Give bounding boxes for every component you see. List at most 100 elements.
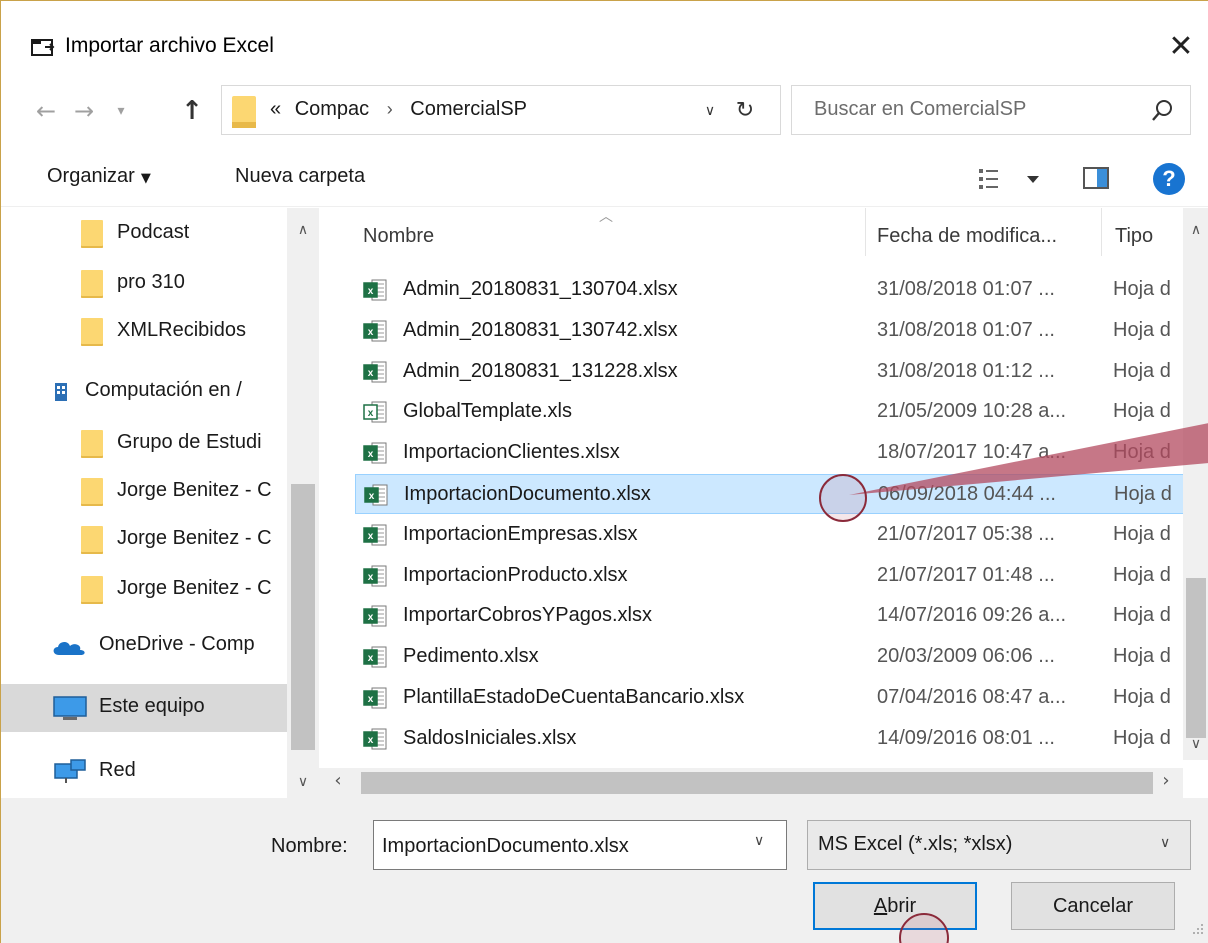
command-toolbar: Organizar ▼ Nueva carpeta ? [1,151,1208,207]
nav-item-label: Grupo de Estudi [117,431,262,453]
file-date: 21/07/2017 05:38 ... [877,522,1055,545]
folder-icon [81,318,103,346]
file-list-pane: ︿ Nombre Fecha de modifica... Tipo x Admi… [319,208,1208,798]
nav-item-pro-310[interactable]: pro 310 [1,260,289,308]
file-list-horizontal-scrollbar[interactable]: ‹ › [319,768,1183,798]
file-type: Hoja d [1114,483,1172,505]
scroll-up-icon[interactable]: ∧ [291,222,315,238]
excel-file-icon: x [363,605,387,627]
column-divider[interactable] [865,208,866,256]
excel-file-icon: x [363,279,387,301]
file-row[interactable]: x Admin_20180831_131228.xlsx 31/08/2018 01… [355,352,1185,392]
nav-item-onedrive[interactable]: OneDrive - Comp [1,622,289,670]
file-row[interactable]: x Admin_20180831_130742.xlsx 31/08/2018 01… [355,311,1185,351]
nav-item-label: Computación en / [85,379,242,401]
file-date: 06/09/2018 04:44 ... [878,483,1056,505]
file-type-select[interactable]: MS Excel (*.xls; *xlsx) ∨ [807,820,1191,870]
chevron-down-icon[interactable]: ∨ [754,833,764,849]
column-divider[interactable] [1101,208,1102,256]
file-list-vertical-scrollbar[interactable]: ∧ ∨ [1183,208,1208,760]
file-row[interactable]: x ImportarCobrosYPagos.xlsx 14/07/2016 09:… [355,596,1185,636]
window-title: Importar archivo Excel [65,34,274,57]
new-folder-button[interactable]: Nueva carpeta [235,165,365,188]
help-icon[interactable]: ? [1153,163,1185,195]
breadcrumb-overflow[interactable]: « [270,98,281,120]
scroll-left-icon[interactable]: ‹ [325,770,351,791]
close-button[interactable]: ✕ [1161,27,1201,67]
file-row[interactable]: x PlantillaEstadoDeCuentaBancario.xlsx 07/… [355,678,1185,718]
nav-pane-scrollbar[interactable]: ∧ ∨ [287,208,319,798]
nav-item-label: Jorge Benitez - C [117,577,272,599]
file-row[interactable]: x ImportacionClientes.xlsx 18/07/2017 10:4… [355,433,1185,473]
nav-item-podcast[interactable]: Podcast [1,210,289,258]
file-date: 18/07/2017 10:47 a... [877,441,1067,464]
address-bar[interactable]: « Compac › ComercialSP ∨ ↻ [221,85,781,135]
file-row[interactable]: x GlobalTemplate.xls 21/05/2009 10:28 a...… [355,392,1185,432]
file-name: Pedimento.xlsx [403,645,539,668]
nav-item-label: Podcast [117,221,190,243]
nav-item-label: Jorge Benitez - C [117,527,272,549]
file-name: PlantillaEstadoDeCuentaBancario.xlsx [403,686,745,708]
up-arrow-icon[interactable]: ↑ [177,91,207,131]
computer-icon [53,696,87,720]
file-type: Hoja d [1113,278,1171,300]
scrollbar-thumb[interactable] [1186,578,1206,738]
breadcrumb-separator[interactable]: › [387,99,393,119]
organize-button[interactable]: Organizar ▼ [47,165,151,188]
file-row[interactable]: x SaldosIniciales.xlsx 14/09/2016 08:01 ..… [355,719,1185,759]
scroll-up-icon[interactable]: ∧ [1185,222,1207,238]
refresh-icon[interactable]: ↻ [730,96,760,126]
scrollbar-thumb[interactable] [291,484,315,750]
folder-icon [81,526,103,554]
nav-item-jorge-benitez-2[interactable]: Jorge Benitez - C [1,516,289,564]
file-name-label: Nombre: [271,835,348,857]
column-header-type[interactable]: Tipo [1115,225,1153,248]
file-row[interactable]: x ImportacionProducto.xlsx 21/07/2017 01:4… [355,556,1185,596]
svg-text:x: x [368,694,374,705]
column-header-name[interactable]: Nombre [363,225,434,248]
recent-locations-chevron-icon[interactable]: ▾ [109,91,133,131]
nav-item-label: XMLRecibidos [117,319,246,341]
nav-item-computacion[interactable]: Computación en / [1,368,289,416]
svg-text:x: x [368,612,374,623]
folder-icon [232,96,256,128]
file-name-field[interactable]: ImportacionDocumento.xlsx ∨ [373,820,787,870]
scrollbar-thumb[interactable] [361,772,1153,794]
file-row[interactable]: x ImportacionEmpresas.xlsx 21/07/2017 05:3… [355,515,1185,555]
nav-item-label: Red [99,759,136,781]
forward-arrow-icon[interactable]: → [69,91,99,131]
resize-grip-icon[interactable] [1187,922,1205,940]
nav-item-jorge-benitez-1[interactable]: Jorge Benitez - C [1,468,289,516]
file-row[interactable]: x ImportacionDocumento.xlsx 06/09/2018 04:… [355,474,1185,514]
breadcrumb-item-comercialsp[interactable]: ComercialSP [410,98,527,120]
file-type: Hoja d [1113,359,1171,382]
nav-item-red[interactable]: Red [1,748,289,796]
folder-icon [81,478,103,506]
nav-item-jorge-benitez-3[interactable]: Jorge Benitez - C [1,566,289,614]
scroll-right-icon[interactable]: › [1153,770,1179,791]
column-header-date[interactable]: Fecha de modifica... [877,225,1057,248]
nav-item-grupo-estudio[interactable]: Grupo de Estudi [1,420,289,468]
address-dropdown-icon[interactable]: ∨ [698,96,722,126]
file-type-value: MS Excel (*.xls; *xlsx) [818,833,1013,855]
scroll-down-icon[interactable]: ∨ [291,774,315,790]
scroll-down-icon[interactable]: ∨ [1185,736,1207,752]
view-options-icon[interactable] [977,165,1047,193]
cancel-button[interactable]: Cancelar [1011,882,1175,930]
file-name: Admin_20180831_130742.xlsx [403,318,678,341]
file-row[interactable]: x Admin_20180831_130704.xlsx 31/08/2018 01… [355,270,1185,310]
file-type: Hoja d [1113,400,1171,423]
nav-item-xmlrecibidos[interactable]: XMLRecibidos [1,308,289,356]
open-button[interactable]: Abrir [813,882,977,930]
file-date: 14/07/2016 09:26 a... [877,604,1067,627]
search-input[interactable]: Buscar en ComercialSP [791,85,1191,135]
excel-97-file-icon: x [363,401,387,423]
annotation-click-marker [819,474,867,522]
nav-item-este-equipo[interactable]: Este equipo [1,684,289,732]
file-row[interactable]: x Pedimento.xlsx 20/03/2009 06:06 ... Hoja … [355,637,1185,677]
dialog-footer: Nombre: ImportacionDocumento.xlsx ∨ MS E… [1,798,1208,943]
back-arrow-icon[interactable]: ← [31,91,61,131]
excel-file-icon: x [363,320,387,342]
breadcrumb-item-compac[interactable]: Compac [295,98,369,120]
preview-pane-icon[interactable] [1083,167,1109,189]
